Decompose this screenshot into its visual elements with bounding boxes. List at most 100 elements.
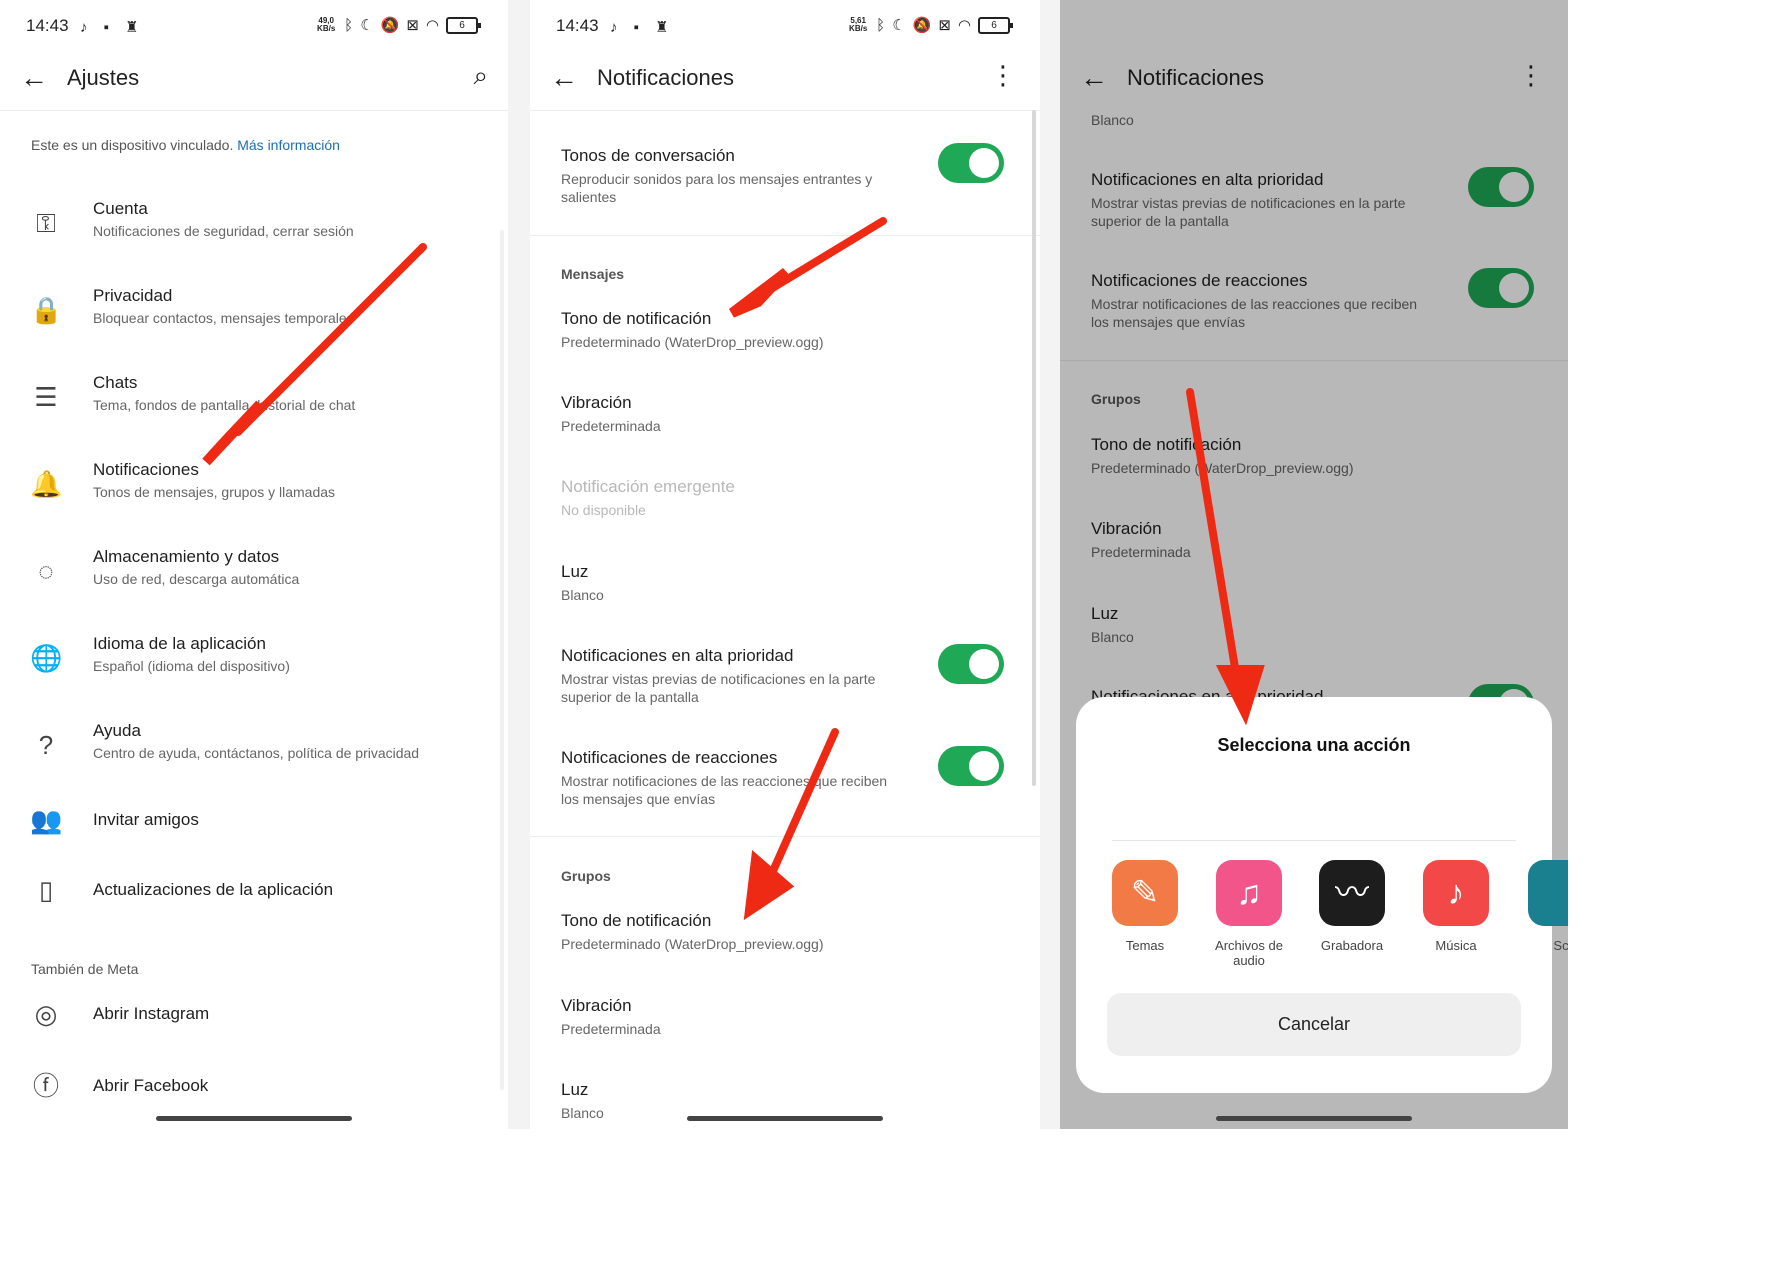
item-subtitle: Español (idioma del dispositivo) [93,658,290,674]
groups-row-1[interactable]: Vibración Predeterminada [561,996,901,1038]
back-arrow-icon[interactable]: ← [550,62,578,94]
notifications-screen: 14:43 ♪ ▪ ♜ 5,61 KB/s ᛒ ☾ 🔕 ⊠ ◠ 6 ← Noti… [530,0,1040,1129]
app-bar: ← Notificaciones ⋮ [530,52,1040,110]
home-indicator[interactable] [156,1116,352,1121]
instagram-icon: ◎ [34,999,58,1029]
mute-icon: 🔕 [912,17,932,34]
wifi-icon: ◠ [957,17,971,34]
row-title: Vibración [561,393,632,412]
status-app-icons: ♪ ▪ ♜ [80,19,145,36]
partial-app-option[interactable]: Sc [1516,860,1568,953]
themes-app-icon: ✎ [1112,860,1178,926]
settings-item-ayuda[interactable]: ? Ayuda Centro de ayuda, contáctanos, polí… [0,721,508,801]
settings-item-cuenta[interactable]: ⚿ Cuenta Notificaciones de seguridad, cerr… [0,199,508,279]
audio-files-app-option[interactable]: ♫ Archivos de audio [1204,860,1294,968]
settings-item-invitar-amigos[interactable]: 👥 Invitar amigos [0,805,508,890]
settings-item-actualizaciones-de-la-aplicación[interactable]: ▯ Actualizaciones de la aplicación [0,875,508,960]
row-subtitle: Mostrar notificaciones de las reacciones… [561,773,888,807]
overflow-menu-icon[interactable]: ⋮ [990,60,1016,91]
facebook-icon: ⓕ [32,1071,59,1101]
status-right-icons: 49,0 KB/s ᛒ ☾ 🔕 ⊠ ◠ 6 [315,16,481,34]
row-title: Luz [561,562,589,581]
chat-icon: ☰ [34,382,58,412]
messages-row-1[interactable]: Vibración Predeterminada [561,393,901,435]
no-sim-icon: ⊠ [938,17,951,34]
themes-app-option[interactable]: ✎ Temas [1100,860,1190,953]
messages-section-header: Mensajes [561,266,625,282]
music-app-option[interactable]: ♪ Música [1411,860,1501,953]
meta-item-abrir-facebook[interactable]: ⓕ Abrir Facebook [0,1071,508,1129]
settings-item-idioma-de-la-aplicación[interactable]: 🌐 Idioma de la aplicación Español (idioma … [0,634,508,714]
settings-screen: 14:43 ♪ ▪ ♜ 49,0 KB/s ᛒ ☾ 🔕 ⊠ ◠ 6 ← Ajus… [0,0,508,1129]
divider [530,235,1040,236]
messages-row-3[interactable]: Luz Blanco [561,562,901,604]
item-subtitle: Bloquear contactos, mensajes temporales [93,310,354,326]
search-icon[interactable]: ⌕ [473,60,488,92]
messages-row-0[interactable]: Tono de notificación Predeterminado (Wate… [561,309,901,351]
groups-row-0[interactable]: Tono de notificación Predeterminado (Wate… [561,911,901,953]
reactions-toggle[interactable] [938,746,1004,786]
recorder-app-icon: 〰 [1319,860,1385,926]
home-indicator[interactable] [1216,1116,1412,1121]
meta-item-abrir-instagram[interactable]: ◎ Abrir Instagram [0,999,508,1084]
page-title: Ajustes [67,65,140,90]
row-subtitle: Predeterminada [561,1021,661,1037]
home-indicator[interactable] [687,1116,883,1121]
network-speed: 49,0 KB/s [317,16,336,33]
app-label: Sc [1553,938,1568,953]
bluetooth-icon: ᛒ [876,16,886,34]
key-icon: ⚿ [36,208,56,238]
item-title: Ayuda [93,721,141,740]
item-title: Abrir Instagram [93,1004,210,1023]
recorder-app-option[interactable]: 〰 Grabadora [1307,860,1397,953]
item-title: Privacidad [93,286,173,305]
item-title: Cuenta [93,199,148,218]
app-bar: ← Ajustes ⌕ [0,52,508,110]
divider [530,110,1040,111]
help-icon: ? [38,730,54,760]
back-arrow-icon[interactable]: ← [20,62,48,94]
notifications-action-sheet-screen: ← Notificaciones ⋮ Blanco Notificaciones… [1060,0,1568,1129]
scrollbar[interactable] [1032,110,1036,786]
scrollbar[interactable] [500,230,504,1090]
divider [530,836,1040,837]
item-title: Notificaciones [93,460,199,479]
item-subtitle: Tema, fondos de pantalla, historial de c… [93,397,356,413]
high-priority-toggle[interactable] [938,644,1004,684]
row-title: Vibración [561,996,632,1015]
page-title: Notificaciones [597,65,734,90]
settings-item-almacenamiento-y-datos[interactable]: ◌ Almacenamiento y datos Uso de red, desca… [0,547,508,627]
app-label: Archivos de audio [1215,938,1283,968]
messages-row-4[interactable]: Notificaciones en alta prioridad Mostrar … [561,646,901,706]
row-subtitle: Predeterminado (WaterDrop_preview.ogg) [561,334,824,350]
divider [0,110,508,111]
status-time: 14:43 [26,16,69,35]
cancel-button[interactable]: Cancelar [1107,993,1521,1056]
messages-row-5[interactable]: Notificaciones de reacciones Mostrar noti… [561,748,901,808]
item-title: Almacenamiento y datos [93,547,280,566]
conversation-tones-toggle[interactable] [938,143,1004,183]
bell-icon: 🔔 [30,469,63,499]
sheet-title: Selecciona una acción [1217,735,1411,755]
groups-section-header: Grupos [561,868,611,884]
row-subtitle: Reproducir sonidos para los mensajes ent… [561,171,873,205]
item-title: Invitar amigos [93,810,199,829]
meta-section-header: También de Meta [31,961,139,977]
row-title: Tono de notificación [561,911,712,930]
info-text: Este es un dispositivo vinculado. [31,137,234,153]
no-sim-icon: ⊠ [406,17,419,34]
item-title: Idioma de la aplicación [93,634,266,653]
battery-icon: 6 [446,16,481,34]
linked-device-info: Este es un dispositivo vinculado. Más in… [31,137,340,153]
storage-icon: ◌ [38,556,54,586]
people-icon: 👥 [30,805,63,835]
settings-item-privacidad[interactable]: 🔒 Privacidad Bloquear contactos, mensajes … [0,286,508,366]
settings-item-notificaciones[interactable]: 🔔 Notificaciones Tonos de mensajes, grupos… [0,460,508,540]
conversation-tones-row[interactable]: Tonos de conversación Reproducir sonidos… [561,146,901,206]
action-sheet: Selecciona una acción ✎ Temas ♫ Archivos de… [1076,697,1568,1093]
more-info-link[interactable]: Más información [237,137,340,153]
app-label: Música [1435,938,1477,953]
battery-icon: 6 [978,16,1013,34]
item-subtitle: Centro de ayuda, contáctanos, política d… [93,745,420,761]
settings-item-chats[interactable]: ☰ Chats Tema, fondos de pantalla, historia… [0,373,508,453]
